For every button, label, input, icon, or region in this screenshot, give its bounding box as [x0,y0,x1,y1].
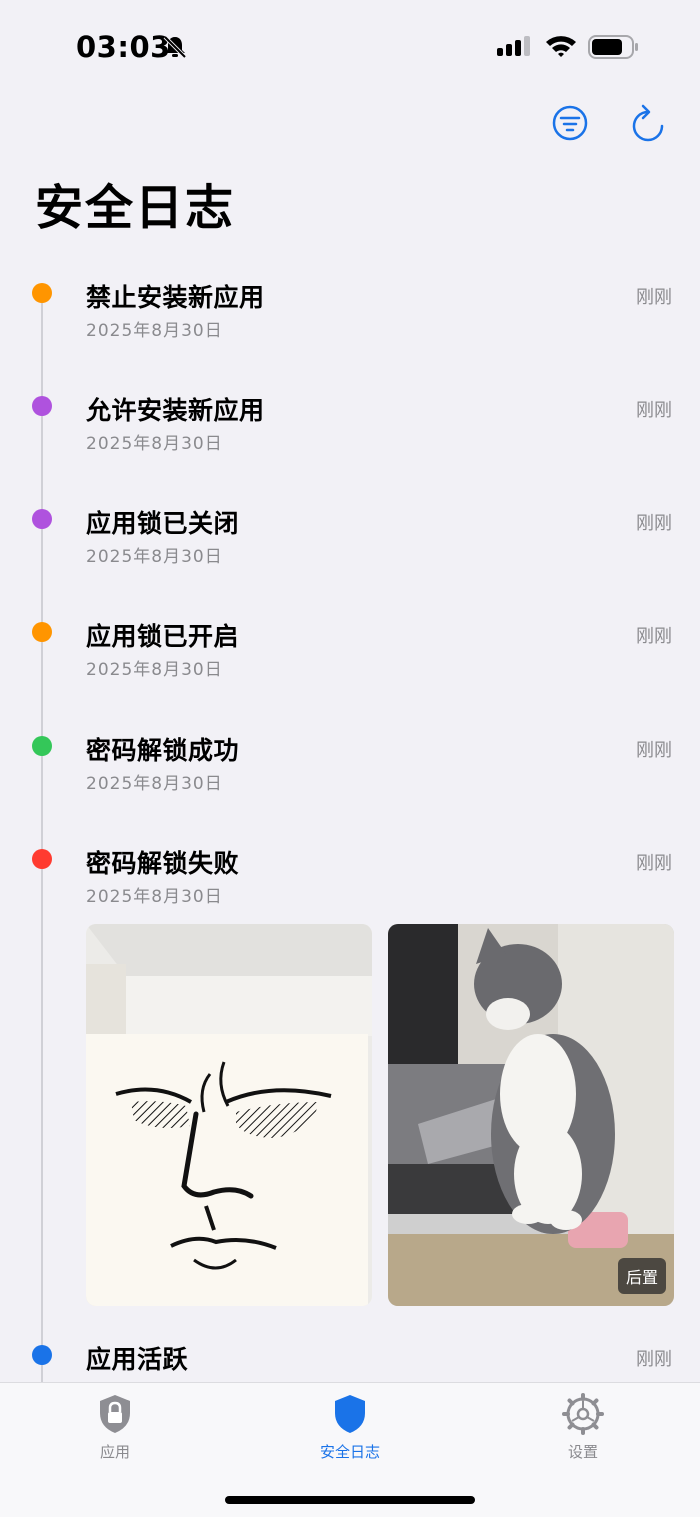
wifi-icon [546,36,576,57]
status-dot [32,396,52,416]
log-time: 刚刚 [636,740,672,761]
log-title: 应用锁已开启 [86,622,240,651]
page-title: 安全日志 [35,180,236,236]
log-title: 密码解锁失败 [86,849,240,878]
refresh-icon [632,104,664,142]
tab-label: 安全日志 [319,1443,380,1461]
status-dot [32,622,52,642]
tab-label: 设置 [567,1443,598,1461]
tab-security-log[interactable]: 安全日志 [290,1393,410,1462]
signal-icon [497,36,530,56]
tab-settings[interactable]: 设置 [523,1393,643,1462]
log-time: 刚刚 [636,400,672,421]
status-dot [32,849,52,869]
gear-icon [562,1393,604,1435]
tab-label: 应用 [99,1443,130,1461]
refresh-button[interactable] [628,103,668,143]
log-title: 应用锁已关闭 [86,509,240,538]
log-date: 2025年8月30日 [86,434,223,454]
log-time: 刚刚 [636,626,672,647]
tab-apps[interactable]: 应用 [55,1393,175,1462]
log-time: 刚刚 [636,1349,672,1370]
log-title: 应用活跃 [86,1345,189,1374]
status-dot [32,283,52,303]
shield-icon [335,1395,365,1433]
rear-camera-photo[interactable]: 后置 [388,924,674,1306]
log-time: 刚刚 [636,513,672,534]
filter-icon [552,105,588,141]
cat-photo [388,924,674,1306]
filter-button[interactable] [550,103,590,143]
lock-shield-icon [100,1395,130,1433]
log-date: 2025年8月30日 [86,660,223,680]
log-date: 2025年8月30日 [86,547,223,567]
log-time: 刚刚 [636,287,672,308]
log-date: 2025年8月30日 [86,887,223,907]
battery-icon [588,35,638,59]
log-date: 2025年8月30日 [86,321,223,341]
front-camera-photo[interactable] [86,924,372,1306]
status-bar: 03:03 [0,0,700,95]
timeline-line [41,293,43,1383]
status-dot [32,736,52,756]
status-dot [32,1345,52,1365]
log-time: 刚刚 [636,853,672,874]
log-title: 密码解锁成功 [86,736,240,765]
log-date: 2025年8月30日 [86,774,223,794]
status-dot [32,509,52,529]
log-title: 禁止安装新应用 [86,283,265,312]
face-sketch-photo [86,924,372,1306]
status-time: 03:03 [76,30,171,64]
rear-camera-badge: 后置 [617,1258,666,1294]
bell-slash-icon [163,35,187,59]
home-indicator [225,1496,475,1504]
log-title: 允许安装新应用 [86,396,265,425]
